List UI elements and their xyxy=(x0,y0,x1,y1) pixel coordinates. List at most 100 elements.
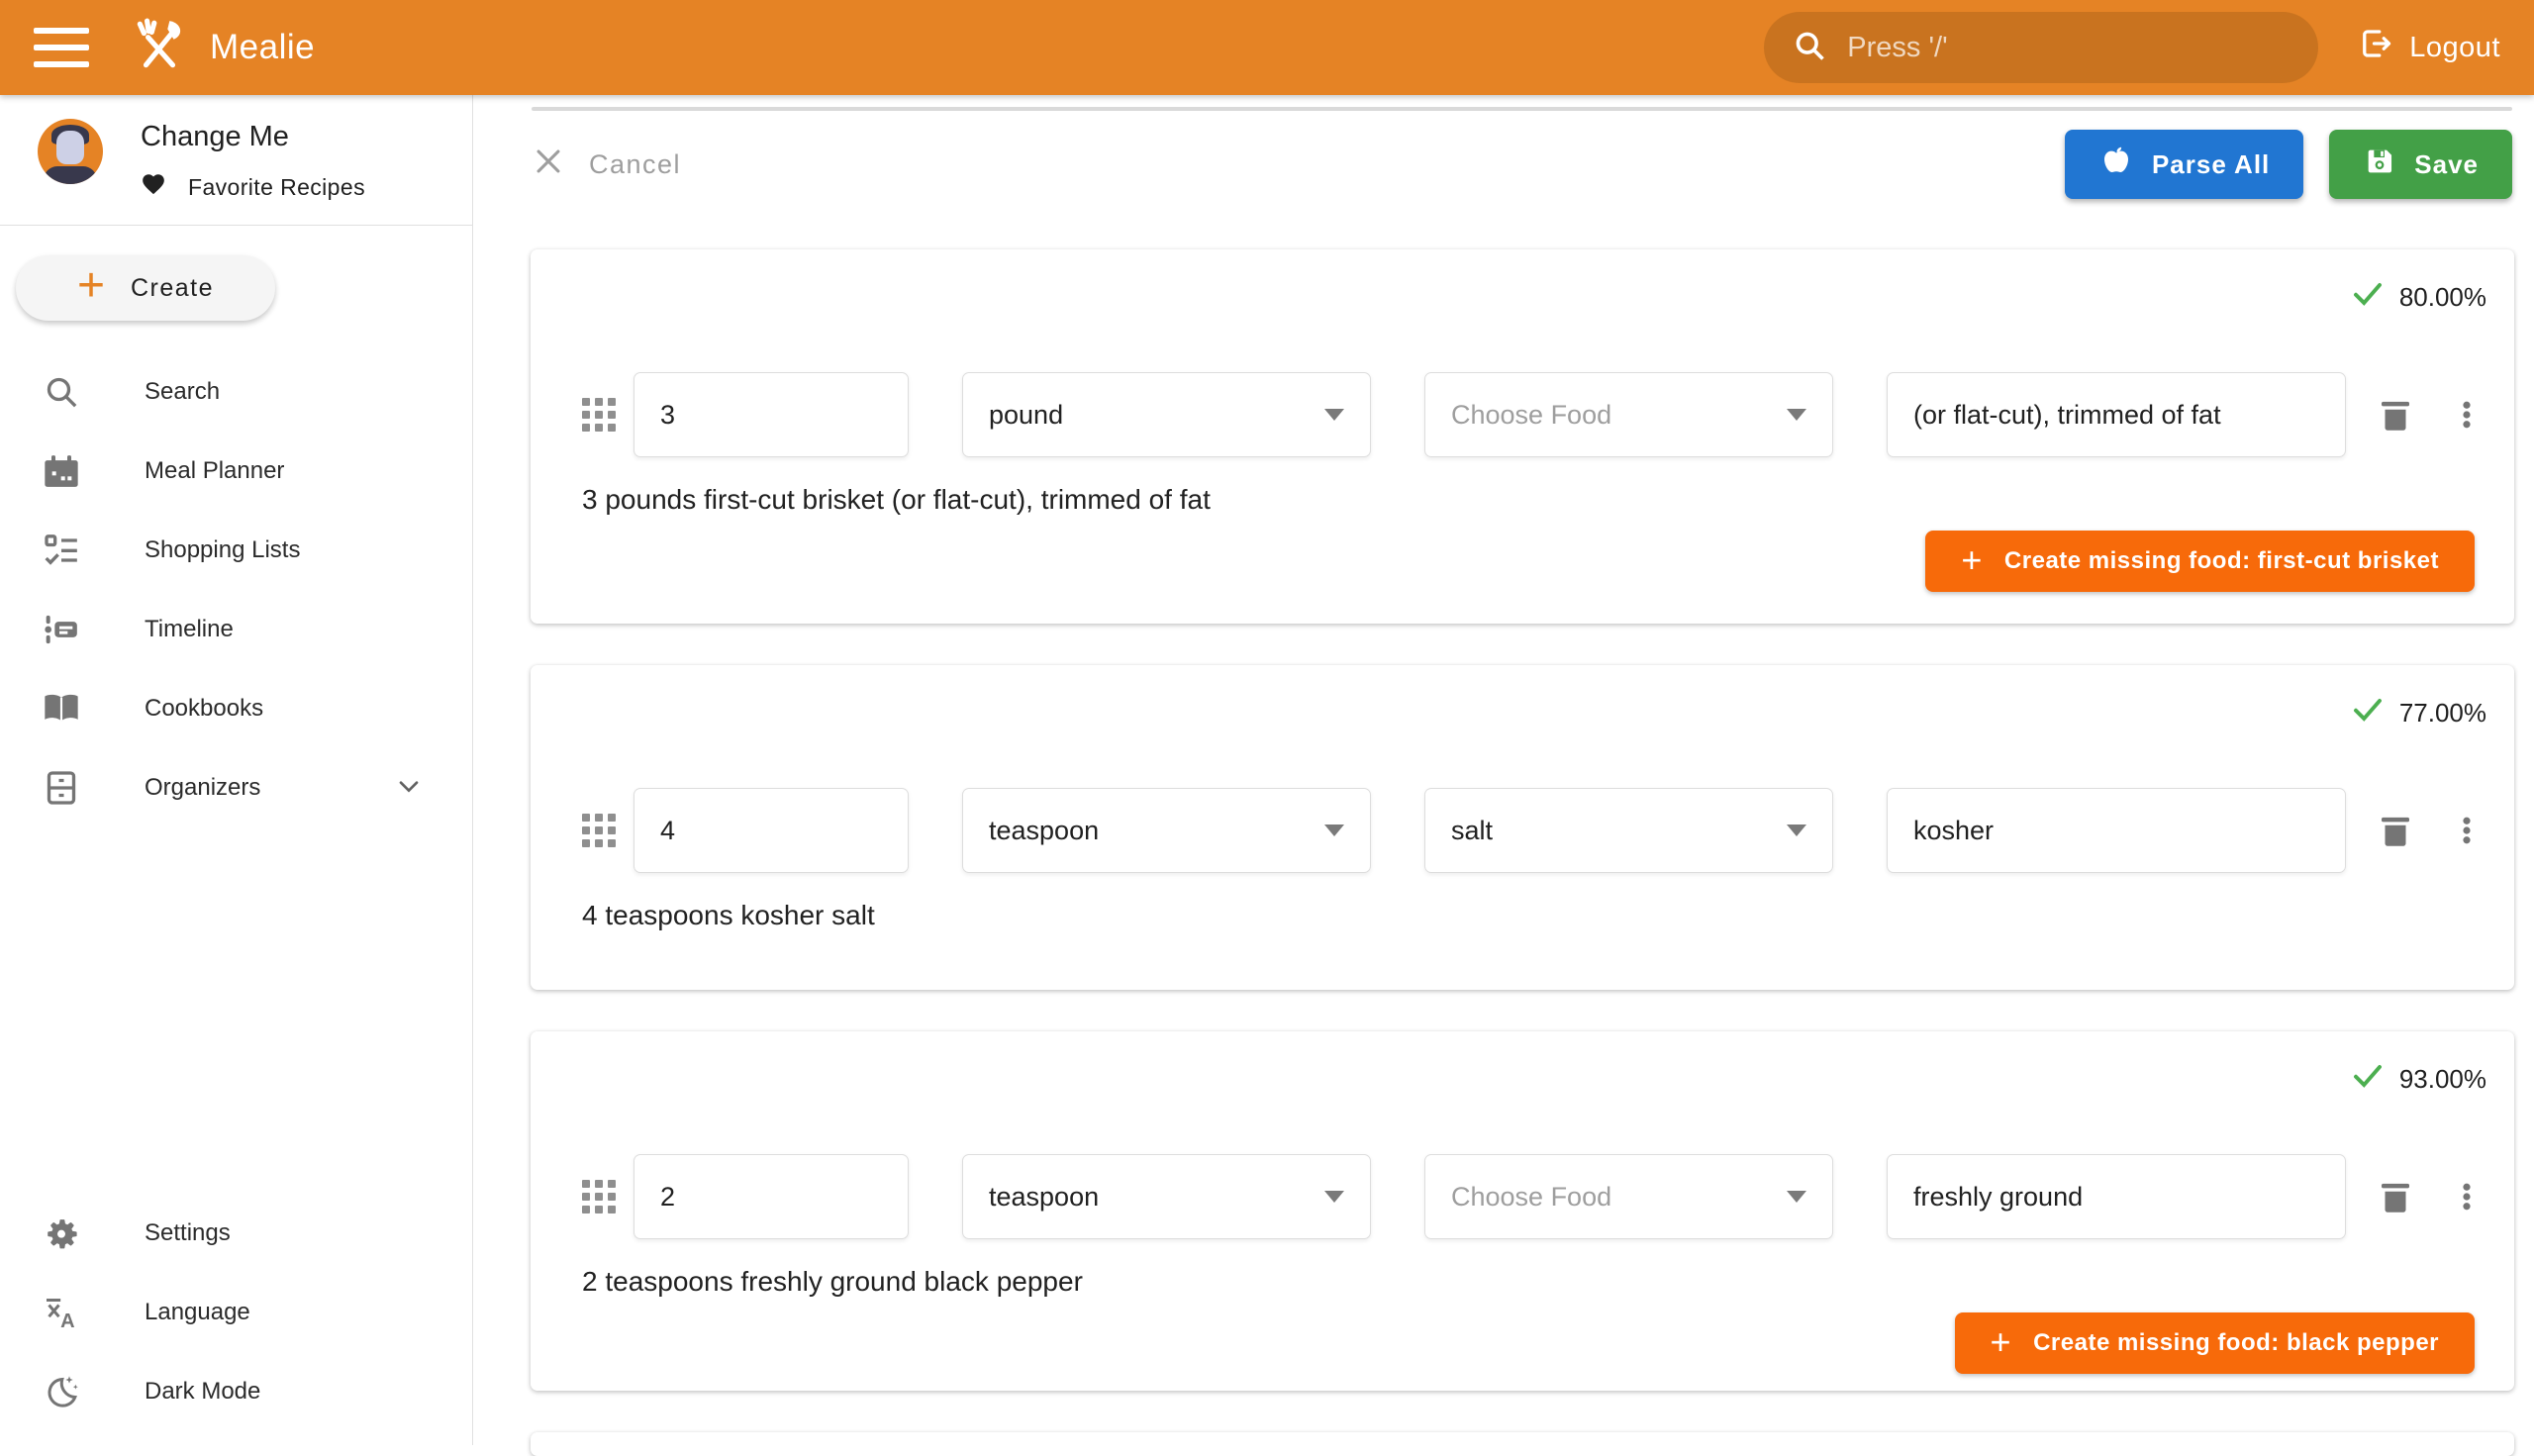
moon-icon xyxy=(40,1372,83,1411)
apple-icon xyxy=(2098,144,2134,186)
create-button[interactable]: + Create xyxy=(16,255,275,321)
create-missing-food-button[interactable]: + Create missing food: first-cut brisket xyxy=(1925,531,2475,592)
quantity-input[interactable] xyxy=(634,372,909,457)
user-name: Change Me xyxy=(141,121,365,153)
delete-button[interactable] xyxy=(2372,1176,2419,1217)
calendar-icon xyxy=(40,451,83,491)
favorites-label: Favorite Recipes xyxy=(188,174,365,201)
ingredient-card: 77.00% teaspoon salt xyxy=(531,665,2514,990)
more-menu-button[interactable] xyxy=(2449,1179,2485,1214)
ingredient-fields: pound Choose Food xyxy=(582,372,2486,457)
search-icon xyxy=(1792,28,1827,68)
sidebar-item-shopping-lists[interactable]: Shopping Lists xyxy=(0,511,472,590)
save-button[interactable]: Save xyxy=(2329,130,2512,199)
cancel-button[interactable]: Cancel xyxy=(532,145,681,185)
cabinet-icon xyxy=(40,768,83,808)
note-input[interactable] xyxy=(1887,788,2346,873)
search-input[interactable]: Press '/' xyxy=(1764,12,2318,83)
ingredient-list: 80.00% pound Choose Food xyxy=(531,249,2514,1456)
drag-handle-icon[interactable] xyxy=(582,1180,616,1213)
logout-icon xyxy=(2358,26,2393,69)
sidebar-item-timeline[interactable]: Timeline xyxy=(0,590,472,669)
unit-select[interactable]: pound xyxy=(962,372,1371,457)
unit-select[interactable]: teaspoon xyxy=(962,788,1371,873)
sidebar-item-cookbooks[interactable]: Cookbooks xyxy=(0,669,472,748)
confidence-row: 80.00% xyxy=(582,277,2486,317)
avatar[interactable] xyxy=(38,119,103,184)
quantity-input[interactable] xyxy=(634,1154,909,1239)
ingredient-card xyxy=(531,1432,2514,1456)
food-select[interactable]: Choose Food xyxy=(1424,372,1833,457)
drag-handle-icon[interactable] xyxy=(582,814,616,847)
logout-label: Logout xyxy=(2409,32,2500,64)
sidebar: Change Me Favorite Recipes + Create Sear… xyxy=(0,95,473,1445)
ingredient-fields: teaspoon Choose Food xyxy=(582,1154,2486,1239)
gear-icon xyxy=(40,1213,83,1253)
sidebar-item-dark-mode[interactable]: Dark Mode xyxy=(0,1352,472,1431)
original-ingredient-text: 2 teaspoons freshly ground black pepper xyxy=(582,1265,2486,1299)
food-select[interactable]: salt xyxy=(1424,788,1833,873)
confidence-row: 93.00% xyxy=(582,1059,2486,1099)
ingredient-card: 80.00% pound Choose Food xyxy=(531,249,2514,624)
note-input[interactable] xyxy=(1887,1154,2346,1239)
sidebar-item-search[interactable]: Search xyxy=(0,352,472,432)
plus-icon: + xyxy=(77,262,105,310)
user-block: Change Me Favorite Recipes xyxy=(0,95,472,203)
divider xyxy=(532,107,2512,111)
divider xyxy=(0,225,472,226)
dropdown-caret-icon xyxy=(1324,409,1344,421)
dropdown-caret-icon xyxy=(1324,1191,1344,1203)
main-content: Cancel Parse All Save xyxy=(474,95,2534,1445)
menu-icon[interactable] xyxy=(34,28,89,67)
book-icon xyxy=(40,689,83,728)
confidence-value: 93.00% xyxy=(2399,1064,2486,1095)
app-bar: Mealie Press '/' Logout xyxy=(0,0,2534,95)
checklist-icon xyxy=(40,531,83,570)
chevron-down-icon xyxy=(393,770,425,807)
mealie-logo-icon xyxy=(131,17,188,79)
sidebar-item-organizers[interactable]: Organizers xyxy=(0,748,472,827)
search-placeholder: Press '/' xyxy=(1847,32,1947,64)
sidebar-item-meal-planner[interactable]: Meal Planner xyxy=(0,432,472,511)
unit-select[interactable]: teaspoon xyxy=(962,1154,1371,1239)
search-icon xyxy=(40,372,83,412)
original-ingredient-text: 4 teaspoons kosher salt xyxy=(582,899,2486,932)
ingredient-fields: teaspoon salt xyxy=(582,788,2486,873)
close-icon xyxy=(532,145,565,185)
plus-icon: + xyxy=(1961,542,1983,578)
food-select[interactable]: Choose Food xyxy=(1424,1154,1833,1239)
parse-all-button[interactable]: Parse All xyxy=(2065,130,2303,199)
ingredient-card: 93.00% teaspoon Choose Food xyxy=(531,1031,2514,1391)
confidence-row: 77.00% xyxy=(582,693,2486,732)
save-icon xyxy=(2363,145,2396,185)
timeline-icon xyxy=(40,610,83,649)
quantity-input[interactable] xyxy=(634,788,909,873)
svg-text:A: A xyxy=(60,1310,74,1332)
favorite-recipes-link[interactable]: Favorite Recipes xyxy=(141,171,365,203)
more-menu-button[interactable] xyxy=(2449,397,2485,433)
translate-icon: A xyxy=(40,1293,83,1332)
create-missing-food-button[interactable]: + Create missing food: black pepper xyxy=(1955,1312,2475,1374)
logout-button[interactable]: Logout xyxy=(2358,26,2500,69)
plus-icon: + xyxy=(1991,1324,2012,1360)
original-ingredient-text: 3 pounds first-cut brisket (or flat-cut)… xyxy=(582,483,2486,517)
sidebar-item-language[interactable]: A Language xyxy=(0,1273,472,1352)
drag-handle-icon[interactable] xyxy=(582,398,616,432)
create-label: Create xyxy=(131,274,214,303)
dropdown-caret-icon xyxy=(1787,1191,1806,1203)
parser-toolbar: Cancel Parse All Save xyxy=(532,129,2512,200)
note-input[interactable] xyxy=(1887,372,2346,457)
more-menu-button[interactable] xyxy=(2449,813,2485,848)
dropdown-caret-icon xyxy=(1787,825,1806,836)
check-icon xyxy=(2350,1058,2386,1101)
sidebar-item-settings[interactable]: Settings xyxy=(0,1194,472,1273)
dropdown-caret-icon xyxy=(1324,825,1344,836)
delete-button[interactable] xyxy=(2372,810,2419,851)
confidence-value: 80.00% xyxy=(2399,282,2486,313)
app-title: Mealie xyxy=(210,28,315,67)
heart-icon xyxy=(141,171,166,203)
delete-button[interactable] xyxy=(2372,394,2419,436)
check-icon xyxy=(2350,692,2386,734)
confidence-value: 77.00% xyxy=(2399,698,2486,728)
dropdown-caret-icon xyxy=(1787,409,1806,421)
